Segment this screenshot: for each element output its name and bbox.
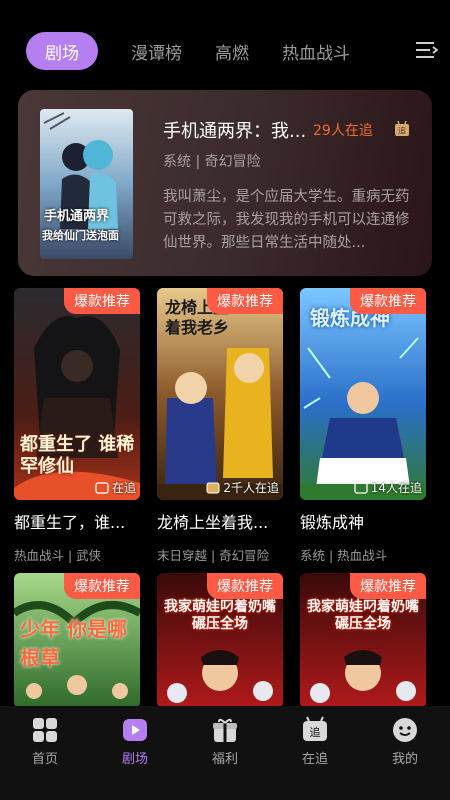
profile-icon [393,718,417,742]
nav-label: 福利 [211,752,238,767]
drama-card[interactable]: 都重生了 谁稀罕修仙 爆款推荐 在追 都重生了，谁... 热血战斗 | 武侠 [14,288,140,564]
nav-label: 剧场 [121,752,148,767]
drama-tags: 热血战斗 | 武侠 [14,548,102,563]
hot-recommend-badge: 爆款推荐 [350,288,426,314]
tab-ranking[interactable]: 漫谭榜 [131,39,182,64]
drama-title[interactable]: 都重生了，谁... [14,509,140,533]
nav-label: 我的 [391,752,418,767]
drama-card[interactable]: 锻炼成神 爆款推荐 14人在追 锻炼成神 系统 | 热血战斗 [300,288,426,564]
hot-recommend-badge: 爆款推荐 [350,573,426,599]
play-icon [123,719,147,741]
tab-battle[interactable]: 热血战斗 [282,39,350,64]
drama-title[interactable]: 锻炼成神 [300,509,426,533]
tab-exciting[interactable]: 高燃 [215,39,249,64]
nav-profile[interactable]: 我的 [360,706,450,800]
featured-cover-title: 手机通两界 [44,209,110,224]
nav-label: 在追 [301,752,328,767]
drama-cover-image[interactable]: 我家萌娃叼着奶嘴碾压全场 爆款推荐 [300,573,426,708]
featured-card[interactable]: 手机通两界 我给仙门送泡面 手机通两界：我... 29人在追 追 系统 | 奇幻… [18,90,432,276]
hot-recommend-badge: 爆款推荐 [64,288,140,314]
follow-icon [206,482,220,494]
bottom-navigation: 首页 剧场 福利 追 在追 我的 [0,706,450,800]
menu-icon[interactable] [416,40,438,60]
drama-cover-title: 少年 你是哪根草 [20,617,127,670]
hot-recommend-badge: 爆款推荐 [207,288,283,314]
svg-text:追: 追 [398,126,406,136]
drama-cover-title: 都重生了 谁稀罕修仙 [20,434,135,477]
drama-card[interactable]: 我家萌娃叼着奶嘴碾压全场 爆款推荐 [300,573,426,708]
follow-count-text: 在追 [111,481,136,495]
featured-description: 我叫萧尘，是个应届大学生。重病无药可救之际，我发现我的手机可以连通修仙世界。那些… [163,189,410,251]
tab-theater[interactable]: 剧场 [26,32,98,70]
drama-cover-image[interactable]: 都重生了 谁稀罕修仙 爆款推荐 在追 [14,288,140,500]
nav-following[interactable]: 追 在追 [270,706,360,800]
follow-count-overlay: 14人在追 [354,479,422,496]
drama-cover-image[interactable]: 少年 你是哪根草 爆款推荐 [14,573,140,708]
featured-tags: 系统 | 奇幻冒险 [163,154,261,170]
home-grid-icon [33,718,57,742]
drama-cover-image[interactable]: 我家萌娃叼着奶嘴碾压全场 爆款推荐 [157,573,283,708]
follow-icon: 追 [303,716,327,741]
drama-title[interactable]: 龙椅上坐着我... [157,509,283,533]
drama-cover-title: 我家萌娃叼着奶嘴碾压全场 [307,599,419,632]
nav-label: 首页 [31,752,58,767]
follow-count-overlay: 2千人在追 [206,479,279,496]
drama-cover-image[interactable]: 龙椅上坐着我老乡 爆款推荐 2千人在追 [157,288,283,500]
nav-home[interactable]: 首页 [0,706,90,800]
follow-count-text: 2千人在追 [223,481,279,495]
drama-cover-title: 我家萌娃叼着奶嘴碾压全场 [164,599,276,632]
drama-cover-image[interactable]: 锻炼成神 爆款推荐 14人在追 [300,288,426,500]
drama-tags: 系统 | 热血战斗 [300,548,388,563]
gift-icon [213,718,237,742]
featured-cover-image[interactable]: 手机通两界 我给仙门送泡面 [40,109,133,259]
follow-icon [354,482,368,494]
drama-card[interactable]: 少年 你是哪根草 爆款推荐 [14,573,140,708]
nav-theater[interactable]: 剧场 [90,706,180,800]
hot-recommend-badge: 爆款推荐 [207,573,283,599]
follow-badge-icon[interactable]: 追 [394,121,410,137]
follow-count-text: 14人在追 [370,481,422,495]
drama-card[interactable]: 龙椅上坐着我老乡 爆款推荐 2千人在追 龙椅上坐着我... 末日穿越 | 奇幻冒… [157,288,283,564]
drama-tags: 末日穿越 | 奇幻冒险 [157,548,270,563]
hot-recommend-badge: 爆款推荐 [64,573,140,599]
category-tabs: 剧场 漫谭榜 高燃 热血战斗 [0,30,450,72]
svg-text:追: 追 [310,725,321,739]
drama-card[interactable]: 我家萌娃叼着奶嘴碾压全场 爆款推荐 [157,573,283,708]
featured-cover-subtitle: 我给仙门送泡面 [42,229,119,242]
featured-title[interactable]: 手机通两界：我... [163,117,313,143]
follow-count-overlay: 在追 [95,479,136,496]
nav-welfare[interactable]: 福利 [180,706,270,800]
follow-icon [95,482,109,494]
featured-follow-count: 29人在追 [313,123,373,139]
